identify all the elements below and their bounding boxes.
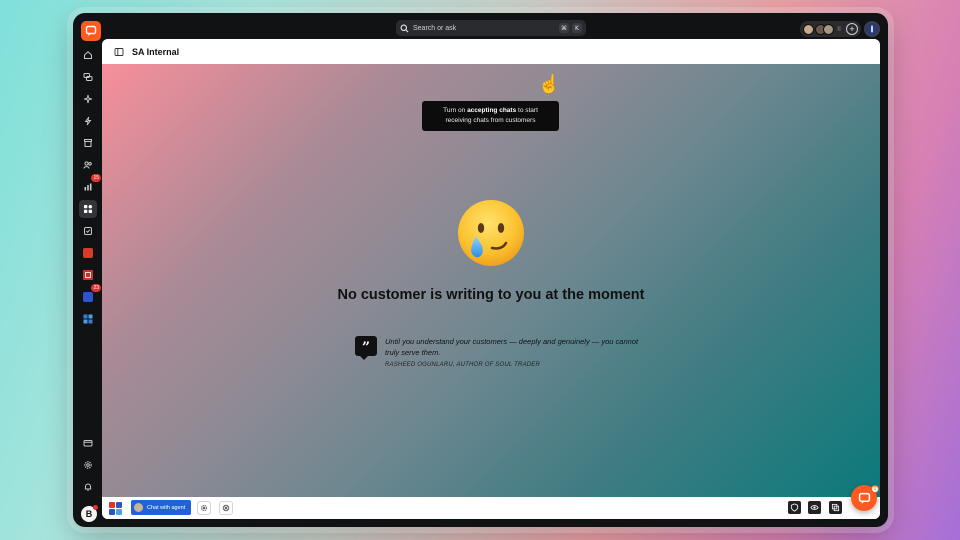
settings-small-button[interactable] [197, 501, 211, 515]
gear-icon [200, 504, 208, 512]
sidebar-item-apps[interactable] [79, 200, 97, 218]
app-logo[interactable] [81, 21, 101, 41]
app-window: Search or ask ⌘ K II + 15 23 B SA Intern… [73, 13, 888, 527]
tooltip-suffix: to start [516, 107, 538, 114]
sidebar-item-customers[interactable] [79, 156, 97, 174]
avatar-initial: B [85, 509, 93, 519]
sidebar-item-billing[interactable] [79, 434, 97, 452]
empty-state-title: No customer is writing to you at the mom… [337, 287, 645, 303]
sidebar-item-tasks[interactable] [79, 222, 97, 240]
separator: II [837, 25, 841, 33]
sidebar-item-ai[interactable] [79, 90, 97, 108]
tasks-icon [84, 227, 92, 235]
shield-icon [790, 503, 799, 512]
quote-text: Until you understand your customers — de… [385, 337, 639, 357]
chat-widget-badge: 0 [871, 485, 879, 493]
sidebar-item-app-video[interactable] [79, 266, 97, 284]
quote-icon-tail [360, 356, 368, 360]
main-panel: SA Internal ☝️ Turn on accepting chats t… [102, 39, 880, 519]
app-tile [116, 509, 122, 515]
quote-author: RASHEED OGUNLARU, AUTHOR OF SOUL TRADER [385, 362, 541, 368]
sidebar-item-notifications[interactable] [79, 478, 97, 496]
toggle-sidebar-icon[interactable] [114, 47, 124, 57]
sidebar-item-home[interactable] [79, 46, 97, 64]
chat-with-agent-button[interactable]: Chat with agent [131, 500, 191, 515]
sidebar-item-app-blue[interactable]: 23 [79, 284, 101, 306]
team-avatars[interactable]: II + [800, 21, 861, 37]
billing-icon [83, 440, 93, 447]
bottom-bar: Chat with agent [102, 497, 880, 519]
chat-bubble-icon [858, 492, 870, 504]
tooltip-bold: accepting chats [467, 107, 517, 114]
page-title: SA Internal [132, 46, 180, 57]
home-icon [84, 51, 92, 59]
add-teammate-button[interactable]: + [846, 23, 858, 35]
accepting-chats-tooltip: Turn on accepting chats to start receivi… [422, 101, 559, 131]
app-tile [109, 502, 115, 508]
app-blue-icon [83, 292, 93, 302]
team-avatar [803, 23, 815, 35]
search-bar[interactable]: Search or ask ⌘ K [396, 20, 586, 36]
agent-avatar [134, 503, 143, 512]
bottom-app-eye-button[interactable] [808, 501, 821, 514]
sidebar-item-archive[interactable] [79, 134, 97, 152]
tooltip-line1: Turn on accepting chats to start [422, 106, 559, 116]
sidebar-item-automation[interactable] [79, 112, 97, 130]
sad-tear-face-icon [458, 200, 524, 266]
search-placeholder: Search or ask [413, 24, 457, 32]
my-avatar[interactable]: B [81, 505, 98, 522]
empty-state-area: ☝️ Turn on accepting chats to start rece… [102, 64, 880, 497]
lightning-icon [84, 116, 92, 126]
sidebar-item-app-red[interactable] [79, 244, 97, 262]
sparkle-icon [83, 94, 93, 104]
shortcut-k-key: K [572, 23, 582, 33]
eye-icon [810, 505, 819, 510]
tooltip-prefix: Turn on [443, 107, 468, 114]
bottom-app-shield-button[interactable] [788, 501, 801, 514]
apps-icon [84, 205, 92, 213]
integrations-button[interactable] [219, 501, 233, 515]
chat-with-agent-label: Chat with agent [147, 504, 186, 511]
settings-icon [84, 461, 92, 469]
user-icon [871, 25, 873, 33]
app-red-icon [83, 248, 93, 258]
panel-header: SA Internal [102, 39, 880, 64]
sidebar-item-settings[interactable] [79, 456, 97, 474]
quote-icon: ” [355, 336, 377, 356]
chat-logo-icon [85, 25, 97, 36]
reports-icon [84, 183, 92, 191]
app-tile [109, 509, 115, 515]
profile-button[interactable] [864, 21, 880, 37]
app-tile [116, 502, 122, 508]
bell-icon [84, 483, 92, 491]
sidebar: 15 23 B [73, 39, 102, 527]
app-video-icon [83, 270, 93, 280]
sidebar-item-reports[interactable]: 15 [79, 174, 101, 196]
tooltip-line2: receiving chats from customers [445, 117, 536, 124]
bottom-app-copy-button[interactable] [829, 501, 842, 514]
archive-icon [84, 139, 92, 147]
app-grid-icon [83, 314, 93, 324]
copy-icon [831, 503, 840, 512]
sidebar-item-chats[interactable] [79, 68, 97, 86]
team-avatar [823, 23, 835, 35]
integration-icon [222, 504, 230, 512]
apps-launcher-icon[interactable] [109, 502, 122, 515]
chats-icon [83, 73, 93, 81]
status-dot [93, 505, 98, 510]
reports-badge: 15 [91, 174, 101, 182]
top-bar: Search or ask ⌘ K II + [73, 13, 888, 41]
search-icon [400, 24, 409, 32]
customers-icon [83, 161, 92, 169]
sidebar-item-app-grid[interactable] [79, 310, 97, 328]
pointing-up-icon: ☝️ [538, 74, 561, 94]
topbar-actions: II + [800, 21, 880, 37]
app-blue-badge: 23 [91, 284, 101, 292]
shortcut-cmd-key: ⌘ [559, 23, 569, 33]
